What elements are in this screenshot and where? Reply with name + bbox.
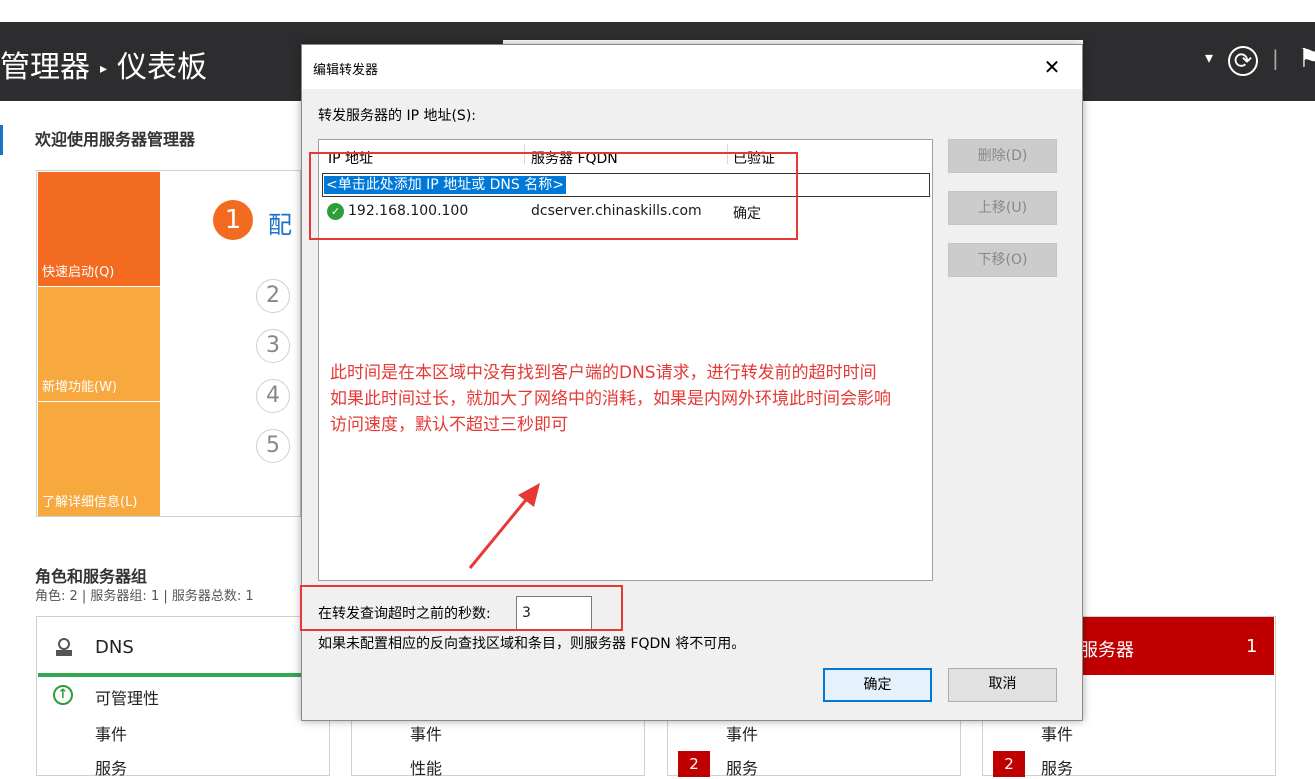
dns-services[interactable]: 服务 <box>95 755 127 779</box>
annotation-line: 如果此时间过长，就加大了网络中的消耗，如果是内网外环境此时间会影响 <box>330 389 891 409</box>
dialog-title: 编辑转发器 <box>313 63 379 78</box>
header-separator: | <box>1272 46 1279 70</box>
move-down-button[interactable]: 下移(O) <box>948 243 1057 277</box>
annotation-text: 此时间是在本区域中没有找到客户端的DNS请求，进行转发前的超时时间 如果此时间过… <box>330 360 891 438</box>
step-5-circle: 5 <box>256 429 290 463</box>
card2-events[interactable]: 事件 <box>410 721 442 745</box>
dns-events[interactable]: 事件 <box>95 721 127 745</box>
dropdown-icon[interactable]: ▾ <box>1205 48 1213 67</box>
tile-label: 新增功能(W) <box>42 380 117 395</box>
card3-badge: 2 <box>678 751 710 777</box>
server-card-header[interactable]: 服务器 1 <box>1060 617 1274 675</box>
card4-badge: 2 <box>993 751 1025 777</box>
annotation-line: 此时间是在本区域中没有找到客户端的DNS请求，进行转发前的超时时间 <box>330 363 877 383</box>
step-1-label[interactable]: 配 <box>268 205 292 240</box>
dialog-titlebar[interactable]: 编辑转发器 ✕ <box>302 45 1082 89</box>
step-1-circle: 1 <box>213 200 253 240</box>
tile-label: 快速启动(Q) <box>42 265 115 280</box>
card4-events[interactable]: 事件 <box>1041 721 1073 745</box>
roles-title: 角色和服务器组 <box>35 567 148 586</box>
tile-whats-new[interactable]: 新增功能(W) <box>38 287 160 401</box>
flag-icon[interactable]: ⚑ <box>1298 44 1315 74</box>
server-card-count: 1 <box>1246 636 1258 657</box>
fqdn-note: 如果未配置相应的反向查找区域和条目，则服务器 FQDN 将不可用。 <box>318 636 746 652</box>
refresh-icon[interactable]: ⟳ <box>1228 46 1258 76</box>
annotation-box-forwarder <box>309 152 798 240</box>
annotation-box-timeout <box>300 585 623 631</box>
roles-summary: 角色: 2 | 服务器组: 1 | 服务器总数: 1 <box>35 589 254 604</box>
annotation-arrow-icon <box>468 483 540 569</box>
ok-button[interactable]: 确定 <box>823 668 932 702</box>
ip-address-label: 转发服务器的 IP 地址(S): <box>318 108 476 124</box>
dns-role-card[interactable]: DNS ↑ 可管理性 事件 服务 <box>36 616 330 779</box>
delete-button[interactable]: 删除(D) <box>948 139 1057 173</box>
card2-performance[interactable]: 性能 <box>410 755 442 779</box>
tile-learn-more[interactable]: 了解详细信息(L) <box>38 402 160 516</box>
annotation-line: 访问速度，默认不超过三秒即可 <box>330 415 568 435</box>
breadcrumb-arrow-icon: ▸ <box>100 60 108 77</box>
step-3-circle: 3 <box>256 329 290 363</box>
close-icon[interactable]: ✕ <box>1037 53 1067 81</box>
step-4-circle: 4 <box>256 379 290 413</box>
card3-events[interactable]: 事件 <box>726 721 758 745</box>
welcome-title: 欢迎使用服务器管理器 <box>35 130 196 149</box>
dns-server-icon <box>56 638 72 656</box>
dns-manageability[interactable]: 可管理性 <box>95 685 159 709</box>
card3-services[interactable]: 服务 <box>726 755 758 779</box>
move-up-button[interactable]: 上移(U) <box>948 191 1057 225</box>
step-2-circle: 2 <box>256 279 290 313</box>
breadcrumb-parent[interactable]: 管理器 <box>0 50 90 85</box>
dns-status-line <box>38 673 301 677</box>
cancel-button[interactable]: 取消 <box>948 668 1057 702</box>
breadcrumb: 管理器 ▸ 仪表板 <box>0 42 207 86</box>
breadcrumb-current: 仪表板 <box>117 50 208 85</box>
tile-label: 了解详细信息(L) <box>42 495 138 510</box>
dns-card-title[interactable]: DNS <box>95 637 134 658</box>
up-arrow-icon: ↑ <box>53 685 73 705</box>
nav-selected-marker <box>0 125 3 155</box>
tile-quick-start[interactable]: 快速启动(Q) <box>38 172 160 286</box>
server-card-title: 服务器 <box>1080 640 1134 661</box>
card4-services[interactable]: 服务 <box>1041 755 1073 779</box>
